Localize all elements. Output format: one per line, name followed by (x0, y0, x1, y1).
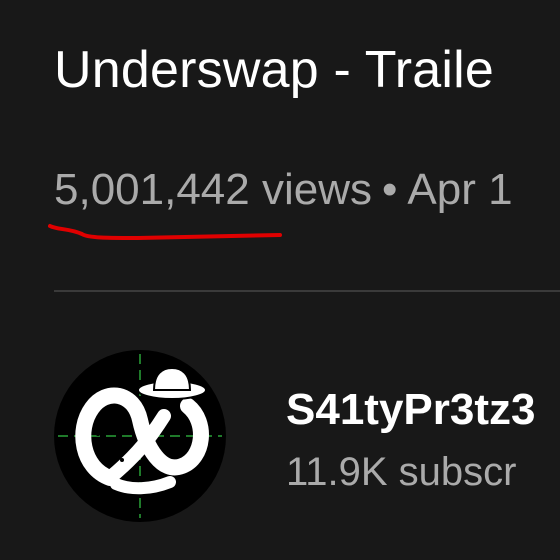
meta-separator: • (382, 165, 398, 214)
video-meta: 5,001,442 views • Apr 1 (54, 162, 513, 218)
red-underline-annotation (48, 224, 282, 241)
upload-date: Apr 1 (407, 165, 513, 214)
channel-name[interactable]: S41tyPr3tz3 (286, 382, 535, 438)
video-title: Underswap - Traile (54, 41, 494, 99)
subscriber-count: 11.9K subscr (286, 450, 517, 494)
channel-avatar[interactable] (54, 350, 226, 522)
view-count: 5,001,442 views (54, 165, 372, 214)
section-divider (54, 290, 560, 292)
